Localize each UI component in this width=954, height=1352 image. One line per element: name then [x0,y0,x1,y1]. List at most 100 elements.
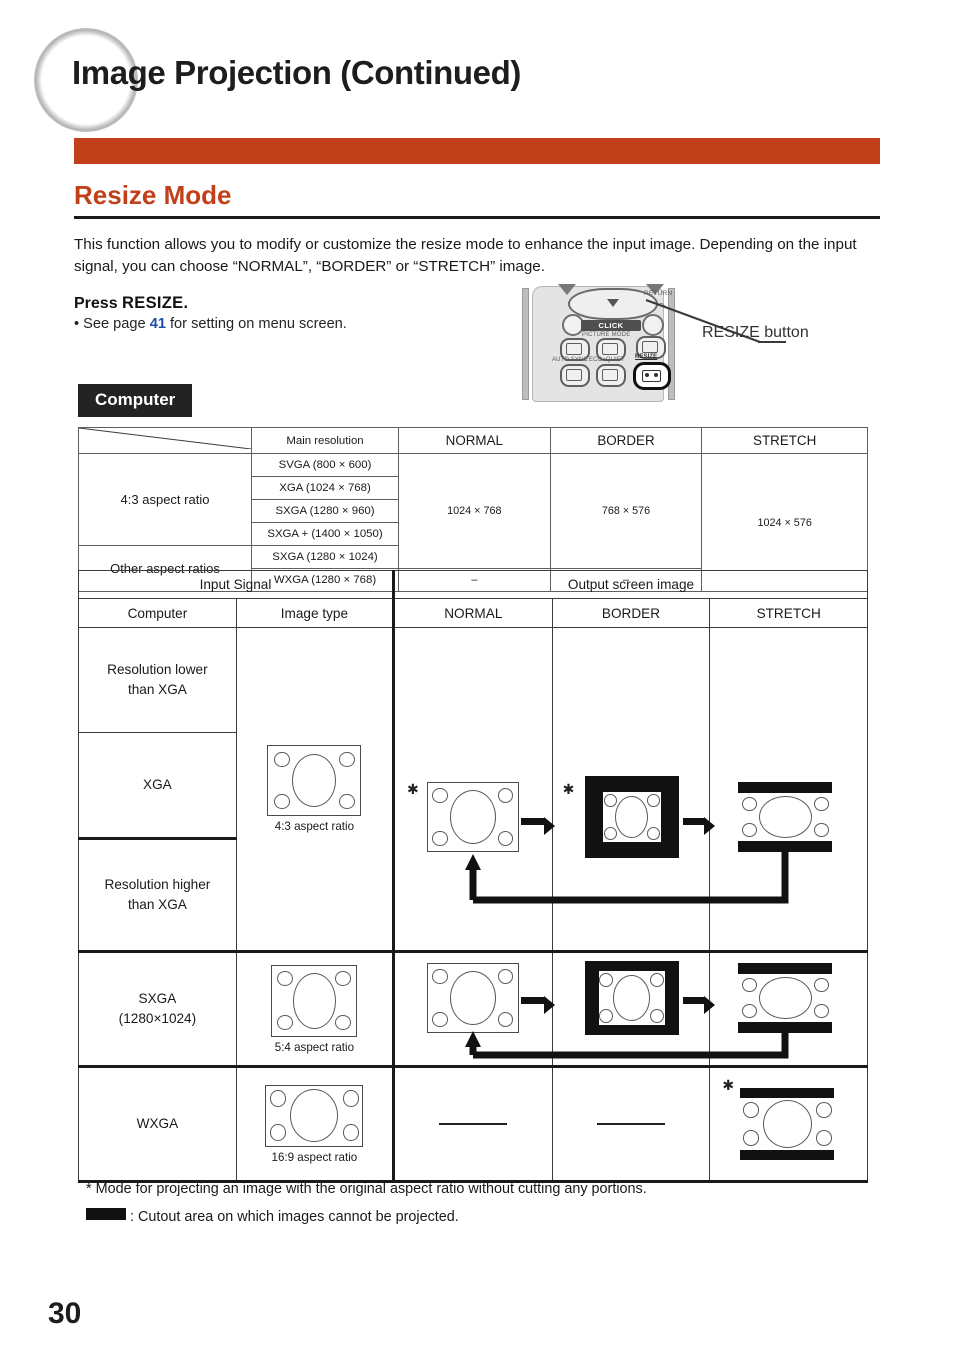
arrow-down-icon [607,299,619,307]
center-circle [615,796,648,838]
resolution-sxga: SXGA (1280 × 960) [251,499,399,523]
corner-circle-tl [273,752,290,768]
section-accent-bar [74,138,880,164]
remote-control-illustration: RETURN ↷ CLICK PICTURE MODE AUTO SYNC EC… [518,284,678,402]
table-corner-cell [78,427,252,454]
remote-auto-sync-button[interactable] [560,364,590,387]
corner-circle-tr [813,977,829,993]
remote-click-button[interactable]: CLICK [581,320,641,331]
corner-circle-br [815,1130,832,1146]
remote-right-button[interactable] [642,314,664,336]
corner-circle-tr [498,788,514,804]
computer-section-badge: Computer [78,384,193,417]
press-resize-instruction: Press RESIZE. [74,294,188,313]
corner-circle-br [650,1009,664,1024]
remote-return-label: RETURN [644,290,673,297]
remote-eco-quiet-button[interactable] [596,364,626,387]
remote-auto-sync-label: AUTO SYNC [552,357,588,363]
corner-circle-br [343,1123,359,1141]
row-label-line2: (1280×1024) [118,1011,197,1026]
corner-circle-bl [742,1003,758,1019]
display-icon [642,341,658,353]
row-label-resolution-lower: Resolution lower than XGA [78,627,237,733]
aspect-caption-5-4: 5:4 aspect ratio [274,1040,355,1054]
corner-circle-bl [603,827,617,840]
center-ellipse [759,976,812,1020]
group-label-4-3: 4:3 aspect ratio [78,453,252,546]
grid-icon [602,343,618,355]
corner-circle-tr [343,1090,359,1108]
wave-icon [566,369,582,381]
center-circle [292,754,337,807]
output-cell-border-sxga [551,950,715,1067]
flow-arrow-normal-to-border [520,996,555,1014]
leaf-icon [602,369,618,381]
visible-area [598,971,665,1025]
flow-arrow-border-to-stretch [682,817,715,835]
corner-circle-bl [599,1009,614,1024]
aspect-figure-4-3: 4:3 aspect ratio [267,745,362,833]
see-page-note: • See page 41 for setting on menu screen… [74,316,347,332]
corner-circle-tr [813,796,829,812]
corner-circle-br [646,827,660,840]
image-type-cell-16-9: 16:9 aspect ratio [235,1065,394,1183]
row-label-line1: Resolution higher [104,877,211,892]
resize-icon [642,370,661,382]
resize-button-callout-label: RESIZE button [702,324,809,341]
aspect-caption-4-3: 4:3 aspect ratio [274,820,355,833]
corner-circle-tr [339,752,355,768]
corner-circle-br [498,830,514,846]
corner-circle-tr [646,794,660,807]
corner-circle-tl [603,794,617,807]
page-reference-link[interactable]: 41 [150,316,166,332]
value-border-main: 768 × 576 [549,453,703,569]
visible-area [738,793,833,841]
corner-circle-tl [277,971,294,987]
resolution-matrix-table: Main resolution NORMAL BORDER STRETCH 4:… [78,427,868,592]
col-header-border: BORDER [549,427,703,454]
asterisk-mark: ✱ [406,781,419,797]
footnote-cutout-text: : Cutout area on which images cannot be … [130,1209,459,1225]
output-cell-stretch-wxga: ✱ [709,1065,868,1183]
remote-resize-button[interactable] [633,362,671,390]
output-cell-stretch-sxga [709,950,868,1067]
corner-circle-bl [277,1014,294,1030]
col-header-output-screen-image: Output screen image [391,570,869,599]
corner-circle-tr [650,972,664,987]
center-circle [292,972,337,1029]
row-label-line2: than XGA [127,682,187,697]
screen-icon [566,343,582,355]
corner-circle-tl [742,977,758,993]
return-arrow-icon: ↷ [658,301,666,311]
footnote-asterisk: * Mode for projecting an image with the … [86,1181,647,1197]
output-screen-image-table: Input Signal Output screen image Compute… [78,570,869,1183]
screen-figure [265,1084,364,1147]
output-cell-border-xga: ✱ [551,627,715,952]
center-circle [762,1100,812,1148]
visible-area [740,1098,835,1150]
row-label-line2: than XGA [127,897,187,912]
remote-resize-label: RESIZE [635,354,658,360]
flow-arrow-loopback-out [710,1031,789,1059]
col-header-computer: Computer [78,598,237,628]
section-heading: Resize Mode [74,180,232,210]
press-label: Press [74,295,123,312]
screen-figure-border [584,776,679,858]
row-label-line1: Resolution lower [107,662,208,677]
corner-circle-br [339,793,355,809]
output-cell-normal-xga: ✱ [391,627,555,952]
col-header-stretch: STRETCH [701,427,868,454]
col-header-border: BORDER [551,598,711,628]
aspect-figure-5-4: 5:4 aspect ratio [271,964,358,1054]
corner-circle-tl [432,969,448,985]
corner-circle-tr [815,1102,832,1118]
corner-circle-bl [432,830,448,846]
corner-circle-tl [743,1102,760,1118]
resize-key-label: RESIZE. [122,294,189,312]
corner-circle-tr [498,969,514,985]
table-row: SXGA (1280×1024) 5:4 aspect ratio [78,950,868,1067]
cutout-swatch-icon [86,1208,126,1220]
value-normal-main: 1024 × 768 [398,453,551,569]
row-label-sxga: SXGA (1280×1024) [78,950,237,1067]
see-page-prefix: • See page [74,316,150,332]
